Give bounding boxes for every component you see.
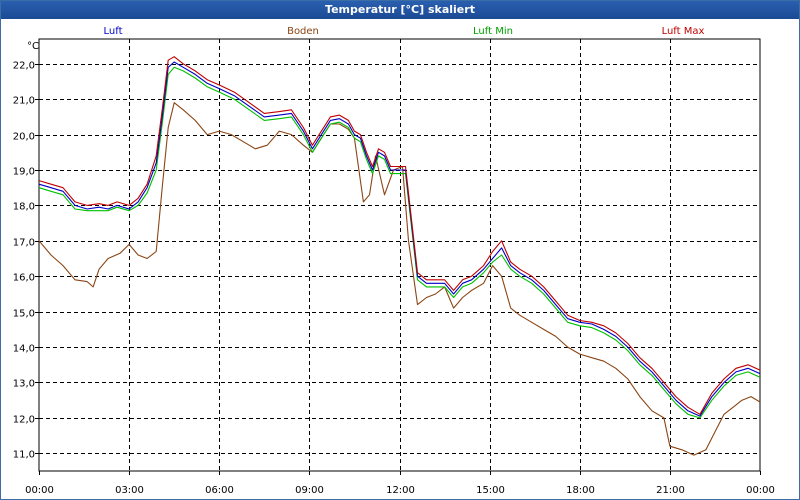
y-tick-label: 19,0 <box>13 167 35 178</box>
x-axis: 00:0003.10.2303:0003.10.2306:0003.10.230… <box>25 471 775 496</box>
legend-boden: Boden <box>287 26 319 37</box>
x-tick-time: 03:00 <box>115 485 144 496</box>
x-tick-time: 00:00 <box>25 485 54 496</box>
x-tick-time: 06:00 <box>205 485 234 496</box>
series-line-boden <box>38 102 761 456</box>
series-line-luft <box>38 61 761 417</box>
chart-window: Temperatur [°C] skaliert 11,0 12,0 13,0 14,… <box>0 0 800 500</box>
legend-luft-max: Luft Max <box>662 26 705 37</box>
x-tick-time: 15:00 <box>476 485 505 496</box>
y-tick-label: 21,0 <box>13 96 35 107</box>
legend-luft-min: Luft Min <box>473 26 513 37</box>
y-axis: 11,0 12,0 13,0 14,0 15,0 16,0 17,0 18,0 19,0 20,0… <box>13 61 39 461</box>
x-tick-time: 18:00 <box>566 485 595 496</box>
x-tick-time: 21:00 <box>656 485 685 496</box>
y-tick-label: 16,0 <box>13 273 35 284</box>
y-tick-label: 12,0 <box>13 415 35 426</box>
x-tick-time: 00:00 <box>746 485 775 496</box>
y-tick-label: 18,0 <box>13 202 35 213</box>
y-tick-label: 20,0 <box>13 132 35 143</box>
y-tick-label: 22,0 <box>13 61 35 72</box>
series-line-luft-min <box>38 66 761 419</box>
plot-area <box>38 38 761 472</box>
legend-luft: Luft <box>104 26 123 37</box>
temperature-chart: 11,0 12,0 13,0 14,0 15,0 16,0 17,0 18,0 19,0 20,0… <box>13 26 775 496</box>
window-title: Temperatur [°C] skaliert <box>1 1 799 19</box>
y-axis-label: °C <box>27 41 39 52</box>
y-tick-label: 15,0 <box>13 309 35 320</box>
grid-lines <box>39 39 760 471</box>
y-tick-label: 13,0 <box>13 379 35 390</box>
x-tick-time: 12:00 <box>386 485 415 496</box>
y-tick-label: 17,0 <box>13 238 35 249</box>
x-tick-time: 09:00 <box>295 485 324 496</box>
y-tick-label: 14,0 <box>13 344 35 355</box>
series-line-luft-max <box>38 56 761 415</box>
series-lines <box>38 56 761 456</box>
y-tick-label: 11,0 <box>13 450 35 461</box>
